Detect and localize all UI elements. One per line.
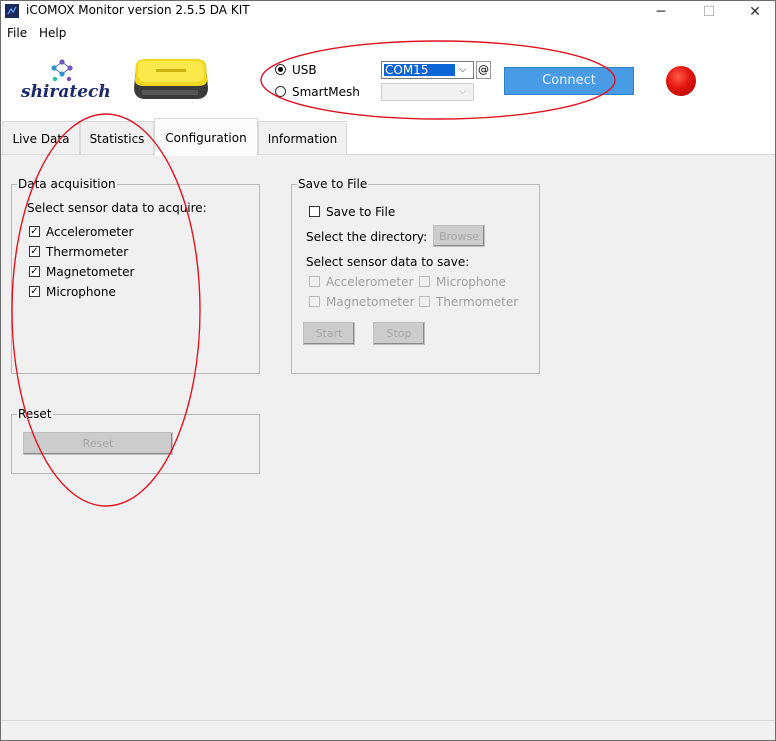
usb-radio[interactable] bbox=[275, 64, 286, 75]
logo-text: shiratech bbox=[21, 82, 111, 102]
close-button[interactable]: ✕ bbox=[732, 1, 776, 23]
connection-status-led bbox=[666, 66, 696, 96]
minimize-button[interactable]: ─ bbox=[638, 1, 684, 23]
reset-button[interactable]: Reset bbox=[23, 432, 173, 455]
tab-statistics[interactable]: Statistics bbox=[80, 121, 154, 154]
status-bar bbox=[1, 720, 775, 740]
usb-label: USB bbox=[292, 63, 317, 77]
thermometer-label: Thermometer bbox=[46, 245, 129, 259]
reset-title: Reset bbox=[17, 407, 53, 421]
stop-button[interactable]: Stop bbox=[373, 322, 425, 345]
magnetometer-checkbox[interactable]: ✓ bbox=[29, 266, 40, 277]
menu-file[interactable]: File bbox=[7, 26, 27, 40]
smartmesh-radio[interactable] bbox=[275, 86, 286, 97]
window-title: iCOMOX Monitor version 2.5.5 DA KIT bbox=[26, 3, 250, 17]
smartmesh-label: SmartMesh bbox=[292, 85, 360, 99]
save-microphone-checkbox[interactable] bbox=[419, 276, 430, 287]
start-button[interactable]: Start bbox=[303, 322, 355, 345]
accelerometer-label: Accelerometer bbox=[46, 225, 134, 239]
accelerometer-checkbox[interactable]: ✓ bbox=[29, 226, 40, 237]
save-accelerometer-label: Accelerometer bbox=[326, 275, 414, 289]
microphone-label: Microphone bbox=[46, 285, 116, 299]
device-image bbox=[130, 58, 210, 102]
magnetometer-label: Magnetometer bbox=[46, 265, 135, 279]
save-prompt: Select sensor data to save: bbox=[306, 255, 470, 269]
connect-button[interactable]: Connect bbox=[504, 67, 634, 95]
save-magnetometer-checkbox[interactable] bbox=[309, 296, 320, 307]
save-thermometer-checkbox[interactable] bbox=[419, 296, 430, 307]
data-acquisition-title: Data acquisition bbox=[17, 177, 117, 191]
tab-live-data[interactable]: Live Data bbox=[2, 121, 80, 154]
save-to-file-label: Save to File bbox=[326, 205, 396, 219]
com-port-value: COM15 bbox=[384, 64, 455, 76]
save-magnetometer-label: Magnetometer bbox=[326, 295, 415, 309]
maximize-button[interactable]: ☐ bbox=[686, 1, 732, 23]
smartmesh-select[interactable]: ⌵ bbox=[381, 83, 474, 101]
at-button[interactable]: @ bbox=[476, 61, 491, 79]
save-accelerometer-checkbox[interactable] bbox=[309, 276, 320, 287]
thermometer-checkbox[interactable]: ✓ bbox=[29, 246, 40, 257]
app-icon bbox=[5, 4, 19, 18]
directory-label: Select the directory: bbox=[306, 230, 428, 244]
shiratech-logo: shiratech bbox=[20, 58, 111, 104]
microphone-checkbox[interactable]: ✓ bbox=[29, 286, 40, 297]
acquire-prompt: Select sensor data to acquire: bbox=[27, 201, 207, 215]
tab-configuration[interactable]: Configuration bbox=[154, 118, 258, 156]
save-to-file-title: Save to File bbox=[297, 177, 369, 191]
tab-information[interactable]: Information bbox=[258, 121, 347, 154]
save-to-file-checkbox[interactable] bbox=[309, 206, 320, 217]
save-microphone-label: Microphone bbox=[436, 275, 506, 289]
chevron-down-icon: ⌵ bbox=[459, 64, 467, 75]
com-port-select[interactable]: COM15 ⌵ bbox=[381, 61, 474, 79]
browse-button[interactable]: Browse bbox=[433, 225, 485, 247]
save-thermometer-label: Thermometer bbox=[436, 295, 519, 309]
chevron-down-icon: ⌵ bbox=[459, 86, 467, 97]
menu-bar: File Help bbox=[1, 24, 775, 44]
menu-help[interactable]: Help bbox=[39, 26, 66, 40]
